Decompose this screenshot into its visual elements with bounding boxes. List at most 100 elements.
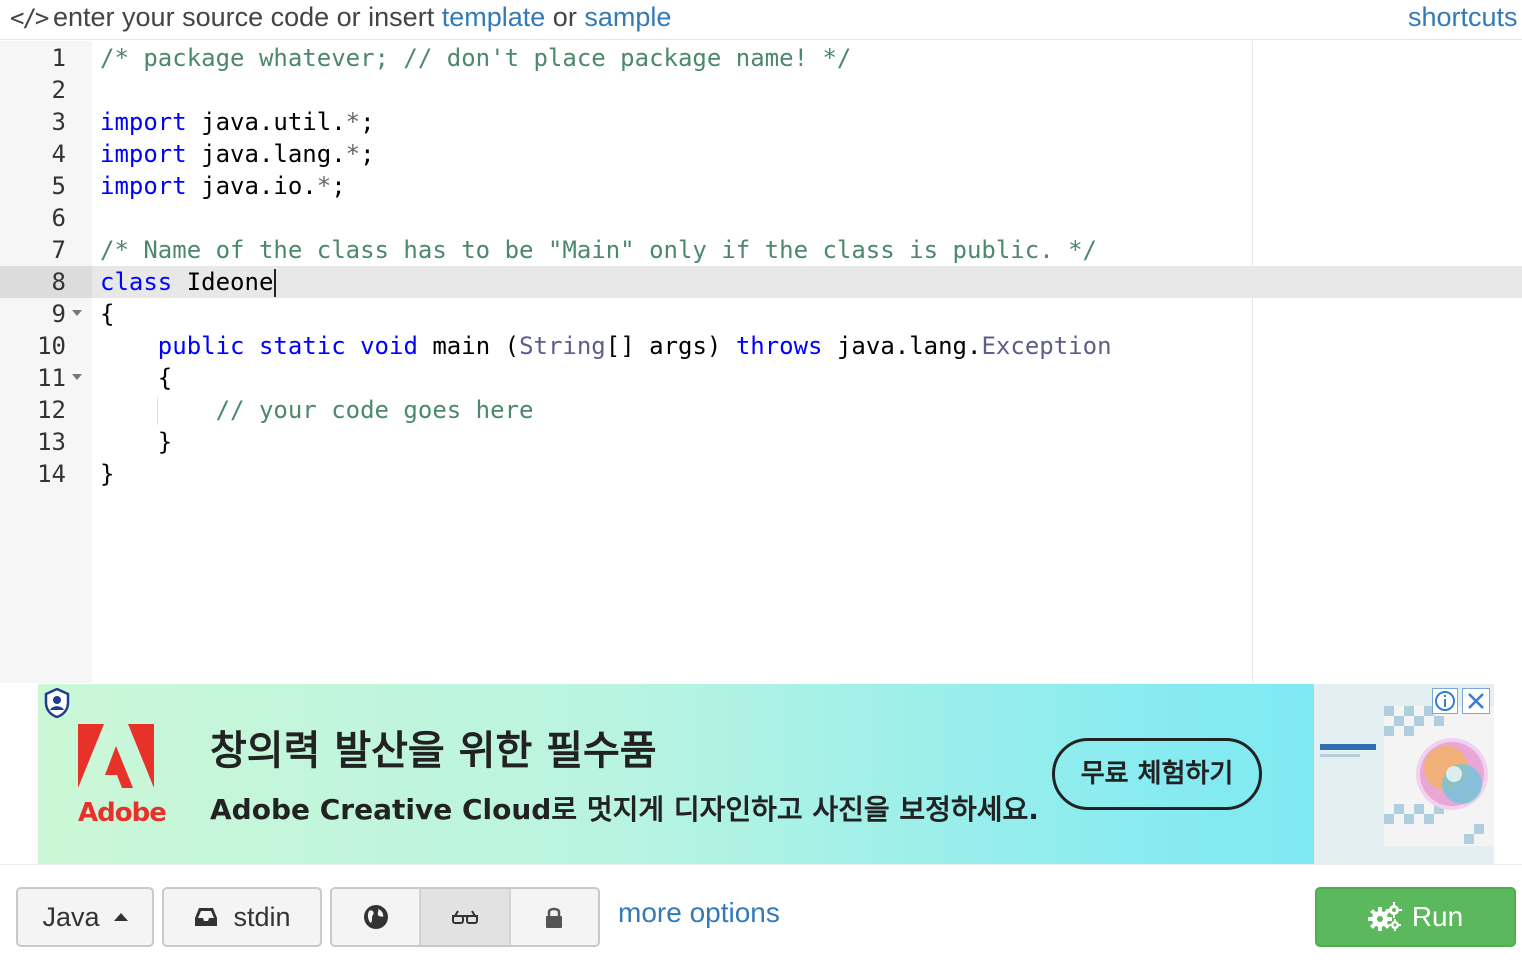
- editor-header: </> enter your source code or insert tem…: [0, 0, 1522, 40]
- shortcuts-link[interactable]: shortcuts: [1408, 2, 1518, 33]
- prompt-text: enter your source code or insert: [53, 2, 435, 32]
- fold-toggle-icon[interactable]: [72, 374, 82, 380]
- code-text: java.lang.: [822, 332, 982, 360]
- run-button[interactable]: Run: [1315, 887, 1516, 947]
- code-line[interactable]: 3 import java.util.*;: [0, 106, 1252, 138]
- stdin-button[interactable]: stdin: [162, 887, 322, 947]
- code-line-active[interactable]: 8 class Ideone: [0, 266, 1252, 298]
- line-number: 4: [51, 140, 66, 168]
- visibility-button-group: [330, 887, 600, 947]
- ad-info-icon[interactable]: [1432, 688, 1458, 714]
- language-select-button[interactable]: Java: [16, 887, 154, 947]
- line-number: 5: [51, 172, 66, 200]
- code-comment: /* package whatever; // don't place pack…: [100, 44, 852, 72]
- code-text: ;: [331, 172, 346, 200]
- line-number: 3: [51, 108, 66, 136]
- code-keyword: static: [258, 332, 346, 360]
- code-text: }: [100, 460, 115, 488]
- ad-headline: 창의력 발산을 위한 필수품: [210, 728, 657, 774]
- language-label: Java: [42, 901, 100, 932]
- code-comment: /* Name of the class has to be "Main" on…: [100, 236, 1097, 264]
- code-keyword: public: [157, 332, 245, 360]
- code-icon: </>: [10, 4, 49, 32]
- line-number: 2: [51, 76, 66, 104]
- line-number: 7: [51, 236, 66, 264]
- editor-toolbar: Java stdin more options Run: [0, 864, 1522, 960]
- code-text: java.io.: [186, 172, 317, 200]
- visibility-private-button[interactable]: [508, 889, 598, 945]
- code-operator: *: [345, 140, 361, 168]
- code-text: }: [100, 428, 173, 456]
- more-options-link[interactable]: more options: [618, 897, 780, 929]
- code-type: String: [519, 332, 606, 360]
- line-number: 10: [37, 332, 66, 360]
- code-text: ;: [360, 140, 375, 168]
- globe-icon: [363, 905, 388, 929]
- code-type: Exception: [981, 332, 1112, 360]
- ad-banner[interactable]: Adobe 창의력 발산을 위한 필수품 Adobe Creative Clou…: [38, 684, 1494, 864]
- adobe-wordmark: Adobe: [78, 798, 167, 828]
- line-number: 11: [37, 364, 66, 392]
- code-editor[interactable]: 1 /* package whatever; // don't place pa…: [0, 41, 1522, 683]
- caret-up-icon: [113, 913, 128, 921]
- code-keyword: import: [100, 140, 187, 168]
- code-line[interactable]: 2: [0, 74, 1252, 106]
- code-operator: *: [345, 108, 361, 136]
- code-line[interactable]: 13 }: [0, 426, 1252, 458]
- code-text: {: [100, 300, 115, 328]
- ad-close-icon[interactable]: [1462, 688, 1490, 714]
- code-text: java.util.: [186, 108, 346, 136]
- code-keyword: import: [100, 108, 187, 136]
- visibility-hidden-button[interactable]: [419, 889, 509, 945]
- line-number: 8: [51, 268, 66, 296]
- code-line[interactable]: 14 }: [0, 458, 1252, 490]
- code-text: java.lang.: [186, 140, 346, 168]
- code-keyword: class: [100, 268, 173, 296]
- text-cursor: [274, 269, 277, 297]
- visibility-public-button[interactable]: [332, 889, 420, 945]
- editor-prompt: enter your source code or insert templat…: [53, 2, 671, 33]
- code-line[interactable]: 1 /* package whatever; // don't place pa…: [0, 42, 1252, 74]
- ad-subline: Adobe Creative Cloud로 멋지게 디자인하고 사진을 보정하세…: [210, 793, 1039, 826]
- code-line[interactable]: 12 // your code goes here: [0, 394, 1252, 426]
- inbox-icon: [195, 908, 218, 926]
- line-number: 9: [51, 300, 66, 328]
- print-margin: [1252, 41, 1253, 683]
- code-keyword: void: [360, 332, 418, 360]
- run-label: Run: [1411, 901, 1464, 932]
- fold-toggle-icon[interactable]: [72, 310, 82, 316]
- code-text: Ideone: [172, 268, 274, 296]
- code-text: main (: [417, 332, 520, 360]
- code-text: {: [100, 364, 173, 392]
- code-keyword: throws: [735, 332, 823, 360]
- code-text: ;: [360, 108, 375, 136]
- ad-shield-icon[interactable]: [44, 688, 70, 718]
- code-line[interactable]: 9 {: [0, 298, 1252, 330]
- code-line[interactable]: 7 /* Name of the class has to be "Main" …: [0, 234, 1252, 266]
- gears-icon: [1367, 902, 1402, 931]
- line-number: 13: [37, 428, 66, 456]
- ad-cta-button[interactable]: 무료 체험하기: [1052, 738, 1262, 810]
- line-number: 14: [37, 460, 66, 488]
- code-keyword: import: [100, 172, 187, 200]
- template-link[interactable]: template: [442, 2, 546, 32]
- code-line[interactable]: 11 {: [0, 362, 1252, 394]
- line-number: 6: [51, 204, 66, 232]
- adobe-logo-icon: [78, 724, 154, 788]
- code-text: [] args): [605, 332, 736, 360]
- line-number: 1: [51, 44, 66, 72]
- code-comment: // your code goes here: [215, 396, 534, 424]
- line-number: 12: [37, 396, 66, 424]
- sample-link[interactable]: sample: [584, 2, 671, 32]
- glasses-icon: [451, 910, 478, 924]
- code-line[interactable]: 10 public static void main (String[] arg…: [0, 330, 1252, 362]
- code-line[interactable]: 6: [0, 202, 1252, 234]
- code-line[interactable]: 5 import java.io.*;: [0, 170, 1252, 202]
- lock-icon: [546, 907, 563, 928]
- code-operator: *: [316, 172, 332, 200]
- code-line[interactable]: 4 import java.lang.*;: [0, 138, 1252, 170]
- stdin-label: stdin: [233, 901, 291, 932]
- or-text: or: [552, 2, 577, 32]
